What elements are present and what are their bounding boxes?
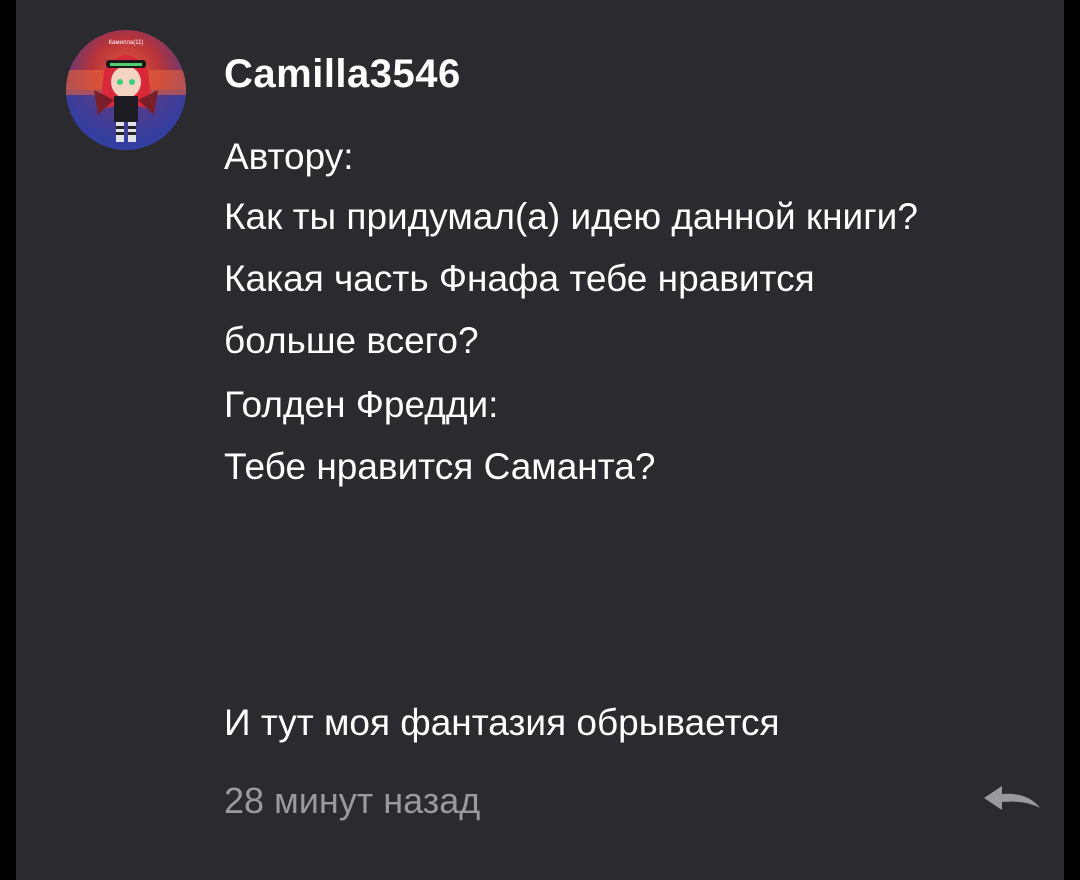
comment-line: Как ты придумал(а) идею данной книги? [224, 196, 918, 237]
comment-line: больше всего? [224, 320, 479, 361]
comment-card: Камилла(11) Camilla3546 Автору: Как ты п… [16, 0, 1064, 880]
comment-final-line: И тут моя фантазия обрывается [224, 702, 780, 743]
comment-line: Тебе нравится Саманта? [224, 446, 656, 487]
avatar[interactable]: Камилла(11) [66, 30, 186, 150]
timestamp: 28 минут назад [224, 780, 481, 821]
username[interactable]: Camilla3546 [224, 52, 461, 97]
comment-line: Какая часть Фнафа тебе нравится [224, 258, 815, 299]
comment-line: Голден Фредди: [224, 384, 499, 425]
avatar-label: Камилла(11) [109, 40, 144, 46]
reply-arrow-icon[interactable] [980, 778, 1044, 818]
comment-line: Автору: [224, 136, 354, 177]
avatar-image: Камилла(11) [66, 40, 186, 150]
